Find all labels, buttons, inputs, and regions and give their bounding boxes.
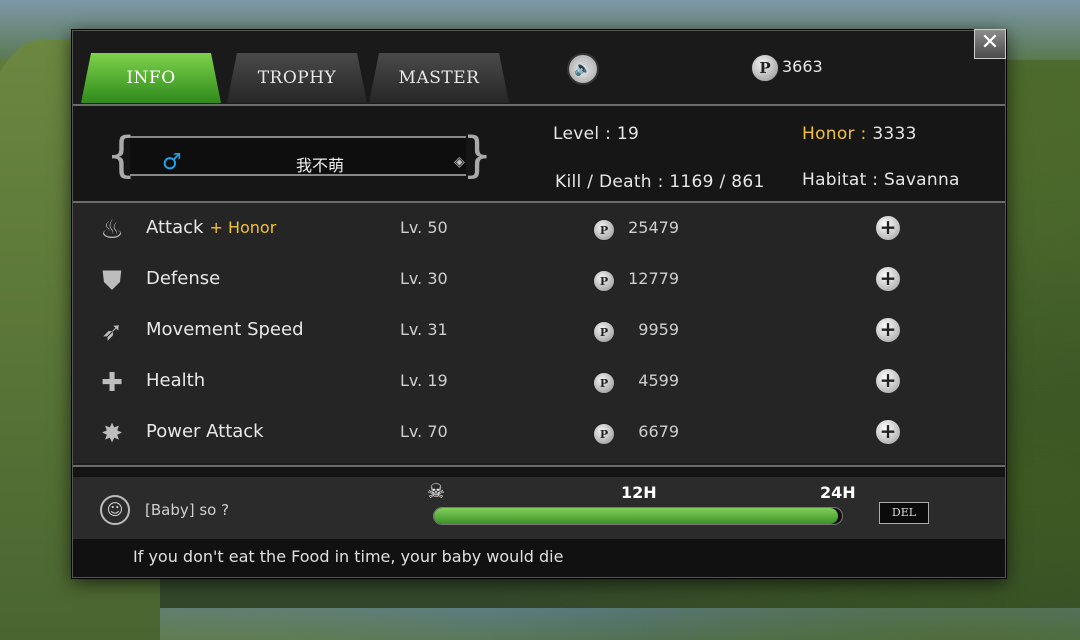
profile-section: { ♂ 我不萌 ◈ } Level : 19 Honor : 3333 Kill… (73, 106, 1005, 203)
tab-info[interactable]: INFO (81, 53, 221, 103)
close-icon: ✕ (980, 30, 1000, 55)
baby-section: ☺ [Baby] so ? ☠ 12H 24H DEL (73, 477, 1005, 539)
coin-icon: P (593, 219, 615, 241)
coin-icon: P (751, 54, 779, 82)
upgrade-level: Lv. 50 (400, 218, 448, 237)
level-value: 19 (616, 124, 640, 144)
upgrade-plus-button[interactable]: + (876, 267, 900, 291)
upgrade-row-defense: ⛊ Defense Lv. 30 P 12779 + (73, 254, 1005, 305)
upgrade-level: Lv. 19 (400, 371, 448, 390)
bracket-left-icon: { (106, 127, 137, 183)
upgrade-row-power-attack: ✸ Power Attack Lv. 70 P 6679 + (73, 407, 1005, 458)
kill-death-value: 1169 / 861 (669, 172, 765, 192)
upgrade-row-health: ✚ Health Lv. 19 P 4599 + (73, 356, 1005, 407)
kill-death-stat: Kill / Death : 1169 / 861 (555, 172, 765, 192)
bracket-right-icon: } (462, 127, 493, 183)
upgrade-name: Health (146, 370, 205, 391)
male-gender-icon: ♂ (162, 150, 182, 175)
footer-warning-text: If you don't eat the Food in time, your … (133, 547, 564, 566)
upgrade-row-movement-speed: ➶ Movement Speed Lv. 31 P 9959 + (73, 305, 1005, 356)
info-panel: INFO TROPHY MASTER 🔊 P 3663 { ♂ 我不萌 ◈ } … (72, 30, 1006, 578)
coin-icon: P (593, 270, 615, 292)
upgrade-level: Lv. 31 (400, 320, 448, 339)
hunger-progress-fill (434, 508, 838, 524)
coin-icon: P (593, 423, 615, 445)
honor-bonus-label: + Honor (209, 218, 277, 237)
timer-mark-12h: 12H (621, 483, 657, 502)
upgrade-cost: 9959 (638, 320, 679, 339)
currency-amount: 3663 (782, 57, 823, 76)
delete-button[interactable]: DEL (879, 502, 929, 524)
upgrade-name-text: Attack (146, 217, 204, 238)
player-name: 我不萌 (295, 156, 344, 175)
baby-icon: ☺ (100, 495, 130, 525)
upgrade-name: Movement Speed (146, 319, 304, 340)
upgrade-name-text: Power Attack (146, 421, 264, 442)
hunger-progress-bar (433, 507, 843, 525)
close-button[interactable]: ✕ (974, 29, 1006, 59)
upgrade-name-text: Movement Speed (146, 319, 304, 340)
honor-stat: Honor : 3333 (802, 124, 917, 144)
upgrade-name: Attack + Honor (146, 217, 276, 238)
upgrade-name: Defense (146, 268, 220, 289)
habitat-value: Savanna (884, 170, 960, 190)
upgrade-cost: 12779 (628, 269, 679, 288)
upgrade-list: ♨ Attack + Honor Lv. 50 P 25479 + ⛊ Defen… (73, 203, 1005, 463)
upgrade-cost: 25479 (628, 218, 679, 237)
habitat-label: Habitat : (802, 170, 879, 190)
upgrade-name: Power Attack (146, 421, 264, 442)
shield-icon: ⛊ (102, 265, 122, 296)
name-plate: { ♂ 我不萌 ◈ } (106, 127, 493, 184)
skull-crossbones-icon: ☠ (427, 479, 445, 503)
coin-icon: P (593, 321, 615, 343)
upgrade-name-text: Health (146, 370, 206, 391)
tab-bar: INFO TROPHY MASTER 🔊 P 3663 (73, 31, 1005, 106)
upgrade-plus-button[interactable]: + (876, 420, 900, 444)
health-cross-icon: ✚ (101, 368, 123, 398)
honor-value: 3333 (872, 124, 917, 144)
wing-icon: ➶ (101, 317, 123, 347)
honor-label: Honor : (802, 124, 867, 144)
level-label: Level : (553, 124, 612, 144)
upgrade-plus-button[interactable]: + (876, 216, 900, 240)
upgrade-cost: 6679 (638, 422, 679, 441)
footer-bar: If you don't eat the Food in time, your … (73, 539, 1005, 577)
timer-mark-24h: 24H (820, 483, 856, 502)
tab-master[interactable]: MASTER (369, 53, 509, 103)
upgrade-plus-button[interactable]: + (876, 318, 900, 342)
upgrade-level: Lv. 30 (400, 269, 448, 288)
coin-icon: P (593, 372, 615, 394)
habitat-stat: Habitat : Savanna (802, 170, 960, 190)
upgrade-name-text: Defense (146, 268, 221, 289)
upgrade-row-attack: ♨ Attack + Honor Lv. 50 P 25479 + (73, 203, 1005, 254)
upgrade-cost: 4599 (638, 371, 679, 390)
upgrade-plus-button[interactable]: + (876, 369, 900, 393)
level-stat: Level : 19 (553, 124, 639, 144)
sound-toggle-button[interactable]: 🔊 (567, 53, 599, 85)
burst-icon: ✸ (101, 419, 123, 449)
tab-trophy[interactable]: TROPHY (227, 53, 367, 103)
name-bar: ♂ 我不萌 ◈ (130, 136, 466, 176)
speaker-icon: 🔊 (574, 61, 592, 77)
kill-death-label: Kill / Death : (555, 172, 664, 192)
baby-message: [Baby] so ? (145, 501, 230, 519)
flame-icon: ♨ (100, 215, 124, 245)
upgrade-level: Lv. 70 (400, 422, 448, 441)
